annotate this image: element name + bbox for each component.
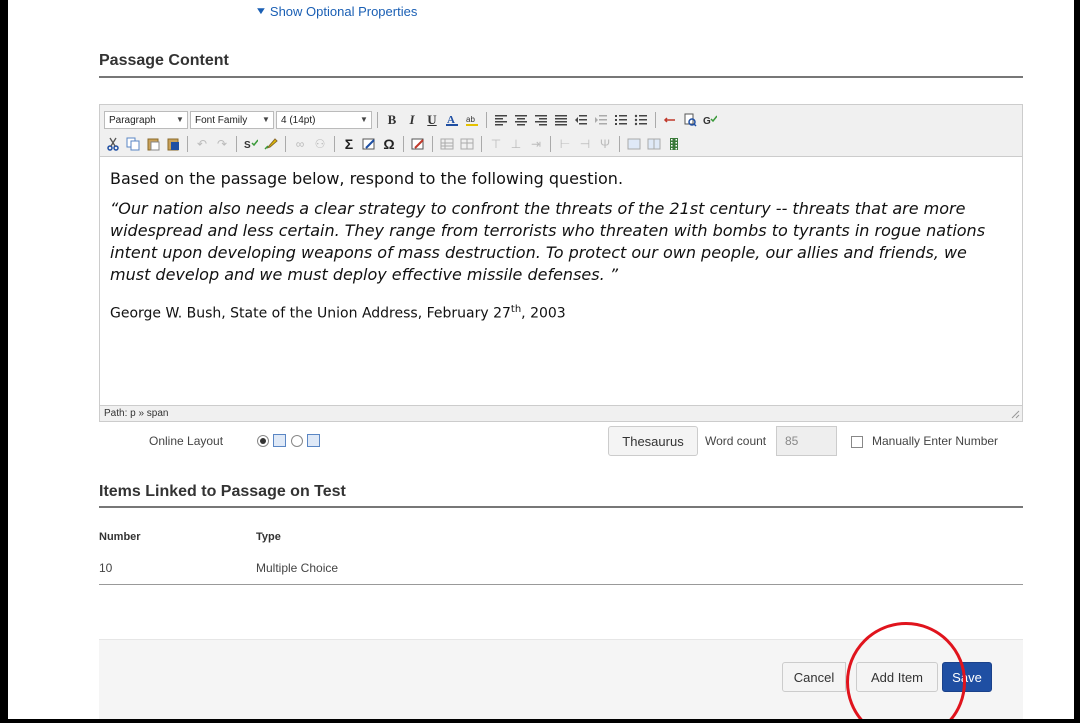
redo-icon[interactable]: ↷: [213, 135, 231, 153]
cancel-button[interactable]: Cancel: [782, 662, 846, 692]
toolbar-separator: [236, 136, 237, 152]
thesaurus-button[interactable]: Thesaurus: [608, 426, 698, 456]
split-layout-icon: [307, 434, 320, 447]
undo-icon[interactable]: ↶: [193, 135, 211, 153]
layout-two-icon[interactable]: [645, 135, 663, 153]
link-icon[interactable]: [661, 111, 679, 129]
single-column-layout-icon: [273, 434, 286, 447]
align-left-icon[interactable]: [492, 111, 510, 129]
toolbar-separator: [187, 136, 188, 152]
toolbar-separator: [377, 112, 378, 128]
font-family-select[interactable]: Font Family ▼: [190, 111, 274, 129]
add-item-button[interactable]: Add Item: [856, 662, 938, 692]
row-insert-after-icon[interactable]: ⊥: [507, 135, 525, 153]
table-props-icon[interactable]: [458, 135, 476, 153]
editor-content-area[interactable]: Based on the passage below, respond to t…: [110, 169, 1012, 322]
passage-editor-page: ▼ Show Optional Properties Passage Conte…: [8, 0, 1074, 719]
edit-html-icon[interactable]: [409, 135, 427, 153]
layout-toolbar: Online Layout Thesaurus Word count 85 Ma…: [8, 426, 1074, 458]
merge-cells-icon[interactable]: Ψ: [596, 135, 614, 153]
cut-icon[interactable]: [104, 135, 122, 153]
unlink-icon[interactable]: ⚇: [311, 135, 329, 153]
item-type-cell: Multiple Choice: [256, 561, 339, 575]
toolbar-separator: [403, 136, 404, 152]
svg-text:ab: ab: [466, 115, 475, 124]
toolbar-separator: [550, 136, 551, 152]
copy-icon[interactable]: [124, 135, 142, 153]
action-footer: Cancel Add Item Save: [99, 639, 1023, 719]
chevron-down-icon: ▼: [262, 115, 270, 124]
passage-content-title: Passage Content: [99, 52, 229, 69]
math-equation-icon[interactable]: Σ: [340, 135, 358, 153]
online-layout-label: Online Layout: [149, 434, 224, 448]
chevron-down-icon: ▼: [176, 115, 184, 124]
editor-status-bar: Path: p » span: [100, 405, 1022, 421]
column-header-number: Number: [99, 531, 141, 543]
italic-button[interactable]: I: [403, 111, 421, 129]
format-select[interactable]: Paragraph ▼: [104, 111, 188, 129]
passage-lead-text: Based on the passage below, respond to t…: [110, 169, 624, 188]
item-number-cell: 10: [99, 561, 113, 575]
clean-format-icon[interactable]: [262, 135, 280, 153]
paste-icon[interactable]: [144, 135, 162, 153]
svg-text:S: S: [244, 140, 251, 151]
align-center-icon[interactable]: [512, 111, 530, 129]
resize-handle-icon[interactable]: [1010, 409, 1020, 419]
row-insert-before-icon[interactable]: ⊤: [487, 135, 505, 153]
grammar-check-icon[interactable]: G: [701, 111, 719, 129]
chevron-down-icon: ▼: [254, 6, 268, 17]
bold-button[interactable]: B: [383, 111, 401, 129]
numbered-list-icon[interactable]: [612, 111, 630, 129]
word-count-label: Word count: [705, 434, 767, 448]
toolbar-separator: [481, 136, 482, 152]
passage-quote: “Our nation also needs a clear strategy …: [110, 199, 986, 284]
element-path: Path: p » span: [104, 408, 169, 419]
toolbar-separator: [486, 112, 487, 128]
show-optional-properties-link[interactable]: ▼ Show Optional Properties: [254, 4, 418, 19]
chevron-down-icon: ▼: [360, 115, 368, 124]
layout-radio-split[interactable]: [291, 435, 303, 447]
toolbar-separator: [619, 136, 620, 152]
insert-link-icon[interactable]: ∞: [291, 135, 309, 153]
table-divider: [99, 584, 1023, 585]
row-delete-icon[interactable]: ⇥: [527, 135, 545, 153]
toolbar-separator: [285, 136, 286, 152]
bulleted-list-icon[interactable]: [632, 111, 650, 129]
paste-word-icon[interactable]: [164, 135, 182, 153]
passage-citation: George W. Bush, State of the Union Addre…: [110, 304, 566, 322]
toolbar-separator: [432, 136, 433, 152]
align-right-icon[interactable]: [532, 111, 550, 129]
column-header-type: Type: [256, 531, 281, 543]
toolbar-separator: [334, 136, 335, 152]
edit-image-icon[interactable]: [360, 135, 378, 153]
svg-text:G: G: [703, 116, 711, 127]
underline-button[interactable]: U: [423, 111, 441, 129]
manual-number-checkbox[interactable]: [851, 436, 863, 448]
table-icon[interactable]: [438, 135, 456, 153]
rich-text-editor: Paragraph ▼ Font Family ▼ 4 (14pt) ▼ B I U …: [99, 104, 1023, 422]
outdent-icon[interactable]: [572, 111, 590, 129]
editor-toolbar: Paragraph ▼ Font Family ▼ 4 (14pt) ▼ B I U …: [100, 105, 1022, 157]
col-delete-icon[interactable]: ⊣: [576, 135, 594, 153]
media-icon[interactable]: [665, 135, 683, 153]
align-justify-icon[interactable]: [552, 111, 570, 129]
show-optional-label: Show Optional Properties: [269, 4, 418, 19]
font-size-select[interactable]: 4 (14pt) ▼: [276, 111, 372, 129]
manual-number-label: Manually Enter Number: [872, 434, 999, 448]
text-color-icon[interactable]: A: [443, 111, 461, 129]
indent-icon[interactable]: [592, 111, 610, 129]
toolbar-separator: [655, 112, 656, 128]
word-count-field: 85: [776, 426, 837, 456]
linked-items-title: Items Linked to Passage on Test: [99, 483, 346, 500]
spellcheck-icon[interactable]: S: [242, 135, 260, 153]
save-button[interactable]: Save: [942, 662, 992, 692]
col-insert-icon[interactable]: ⊢: [556, 135, 574, 153]
layout-icon[interactable]: [625, 135, 643, 153]
preview-icon[interactable]: [681, 111, 699, 129]
special-character-icon[interactable]: Ω: [380, 135, 398, 153]
layout-radio-single[interactable]: [257, 435, 269, 447]
section-divider: [99, 506, 1023, 508]
section-divider: [99, 76, 1023, 78]
highlight-color-icon[interactable]: ab: [463, 111, 481, 129]
